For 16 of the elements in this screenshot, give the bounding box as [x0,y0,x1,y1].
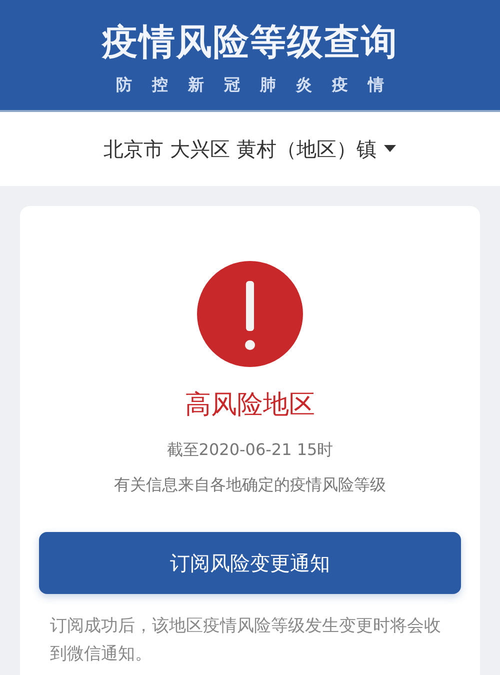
subtitle-character: 防 [116,75,132,96]
subtitle-character: 肺 [260,75,276,96]
as-of-time: 截至2020-06-21 15时 [166,440,334,461]
subtitle-character: 炎 [296,75,312,96]
region-selector[interactable]: 北京市 大兴区 黄村（地区）镇 [104,136,396,162]
subtitle-character: 新 [188,75,204,96]
subscribe-button[interactable]: 订阅风险变更通知 [39,532,461,594]
subtitle-character: 冠 [224,75,240,96]
subtitle-character: 控 [152,75,168,96]
source-note: 有关信息来自各地确定的疫情风险等级 [114,475,386,496]
subscribe-note: 订阅成功后，该地区疫情风险等级发生变更时将会收到微信通知。 [50,615,442,666]
subtitle-character: 疫 [332,75,348,96]
risk-level: 高风险地区 [185,389,315,422]
page-title: 疫情风险等级查询 [102,21,398,65]
caret-icon [384,145,396,153]
subtitle-character: 情 [368,75,384,96]
